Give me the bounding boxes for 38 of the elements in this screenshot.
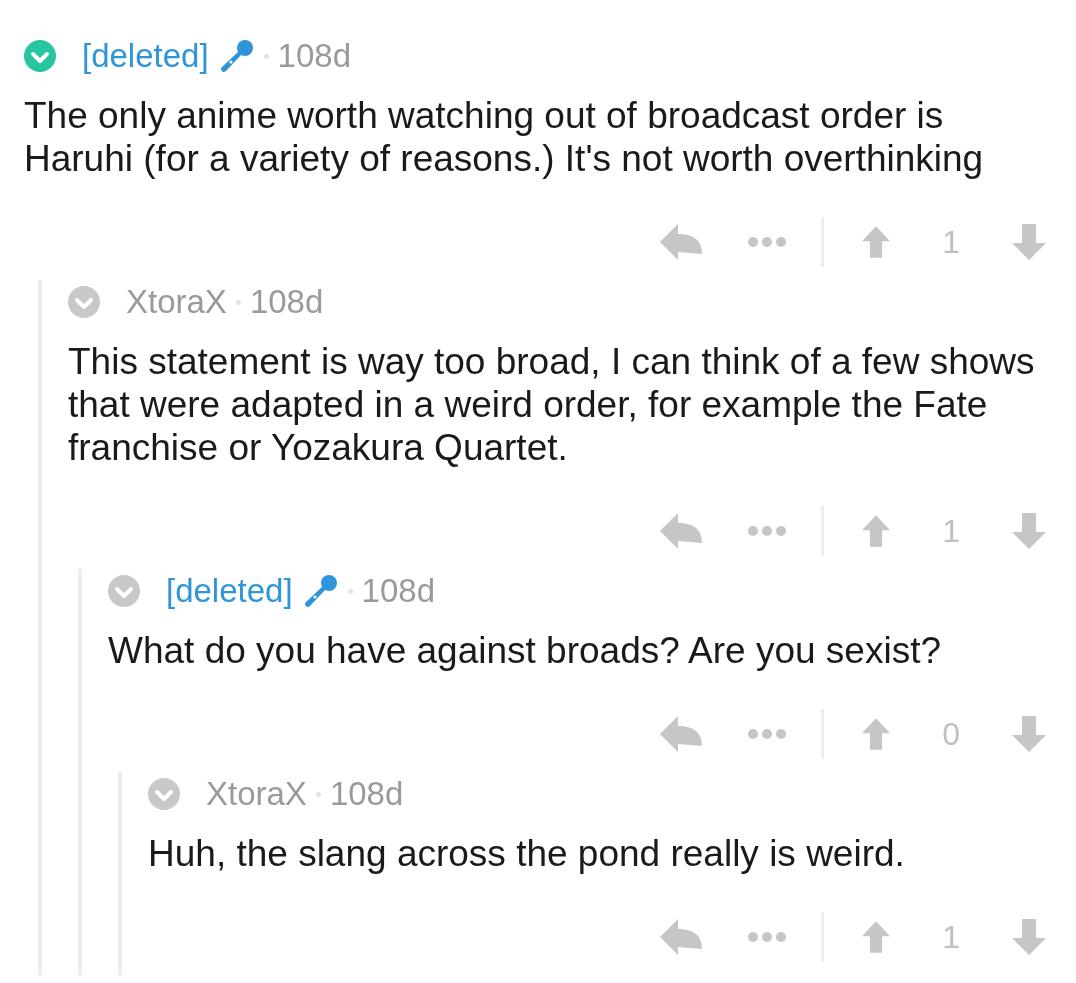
reply-icon[interactable] <box>660 224 703 260</box>
vote-score: 1 <box>942 512 960 550</box>
more-icon[interactable] <box>747 931 788 943</box>
separator-dot <box>347 588 353 594</box>
separator-dot <box>263 53 269 59</box>
comment-age: 108d <box>361 572 436 610</box>
vote-score: 1 <box>942 918 960 956</box>
vote-score: 1 <box>942 223 960 261</box>
upvote-icon[interactable] <box>862 224 891 260</box>
more-icon[interactable] <box>747 525 788 537</box>
reply-icon[interactable] <box>660 513 703 549</box>
comment-text: This statement is way too broad, I can think of a few shows that were adapted in a weird order, for example the Fate franchise or Yozakura Quartet. <box>68 340 1036 469</box>
downvote-icon[interactable] <box>1012 513 1046 549</box>
reply-icon[interactable] <box>660 716 703 752</box>
username-link[interactable]: XtoraX <box>126 283 227 321</box>
downvote-icon[interactable] <box>1012 224 1046 260</box>
separator-dot <box>235 299 241 305</box>
comment-text: The only anime worth watching out of broadcast order is Haruhi (for a variety of reasons.) It's not worth overthinking <box>24 94 985 180</box>
microphone-icon <box>302 573 339 609</box>
downvote-icon[interactable] <box>1012 716 1046 752</box>
microphone-icon <box>218 38 255 74</box>
comment-text: Huh, the slang across the pond really is weird. <box>148 832 906 875</box>
upvote-icon[interactable] <box>862 716 891 752</box>
downvote-icon[interactable] <box>1012 919 1046 955</box>
username-link[interactable]: XtoraX <box>206 775 307 813</box>
vote-score: 0 <box>942 715 960 753</box>
username-link[interactable]: [deleted] <box>82 37 209 75</box>
comment-age: 108d <box>277 37 352 75</box>
comment-text: What do you have against broads? Are you sexist? <box>108 629 942 672</box>
reply-icon[interactable] <box>660 919 703 955</box>
more-icon[interactable] <box>747 728 788 740</box>
username-link[interactable]: [deleted] <box>166 572 293 610</box>
upvote-icon[interactable] <box>862 919 891 955</box>
separator-dot <box>315 791 321 797</box>
upvote-icon[interactable] <box>862 513 891 549</box>
comment-age: 108d <box>329 775 404 813</box>
more-icon[interactable] <box>747 236 788 248</box>
comment-age: 108d <box>249 283 324 321</box>
